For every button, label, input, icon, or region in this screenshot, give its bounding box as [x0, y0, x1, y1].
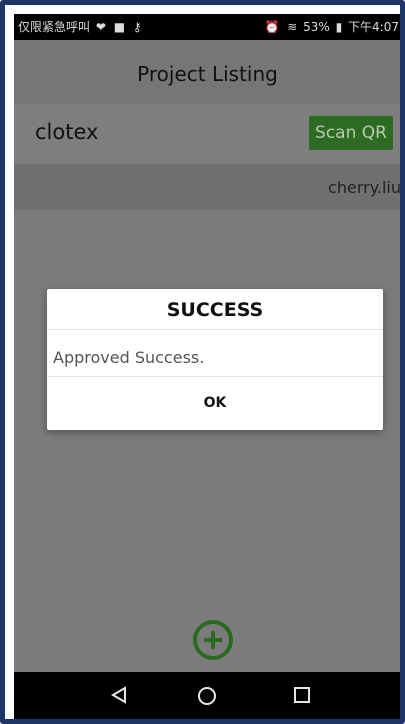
user-name: cherry.liu	[328, 178, 401, 197]
dialog-divider	[47, 329, 383, 330]
project-row[interactable]: clotex Scan QR	[14, 104, 400, 162]
project-name: clotex	[35, 120, 99, 144]
status-time: 下午4:07	[348, 20, 399, 34]
battery-icon: ▮	[335, 20, 343, 34]
alarm-icon: ⏰	[264, 20, 280, 34]
device-frame: 仅限紧急呼叫 ❤ ■ ⚷ ⏰ ≋ 53% ▮ 下午4:07 Project Li…	[0, 0, 405, 724]
system-nav-bar	[14, 672, 400, 719]
app-header: Project Listing	[14, 40, 400, 104]
page-title: Project Listing	[137, 62, 278, 86]
dialog-title: SUCCESS	[166, 299, 264, 321]
user-row: cherry.liu	[14, 164, 401, 210]
add-icon[interactable]	[193, 620, 233, 660]
home-icon[interactable]	[197, 686, 217, 706]
scan-qr-button[interactable]: Scan QR	[309, 116, 393, 150]
carrier-text: 仅限紧急呼叫	[18, 20, 91, 34]
success-dialog: SUCCESS Approved Success. OK	[47, 289, 383, 430]
back-icon[interactable]	[110, 686, 128, 704]
status-right: ⏰ ≋ 53% ▮ 下午4:07	[262, 14, 399, 40]
key-icon: ⚷	[132, 20, 142, 34]
app-icon: ■	[113, 20, 126, 34]
ok-button[interactable]: OK	[47, 377, 383, 429]
dialog-message: Approved Success.	[53, 348, 205, 367]
heart-icon: ❤	[95, 20, 106, 34]
recent-apps-icon[interactable]	[293, 686, 311, 704]
status-left: 仅限紧急呼叫 ❤ ■ ⚷	[18, 14, 144, 40]
battery-percent: 53%	[303, 20, 330, 34]
wifi-icon: ≋	[287, 20, 298, 34]
status-bar: 仅限紧急呼叫 ❤ ■ ⚷ ⏰ ≋ 53% ▮ 下午4:07	[14, 14, 400, 40]
